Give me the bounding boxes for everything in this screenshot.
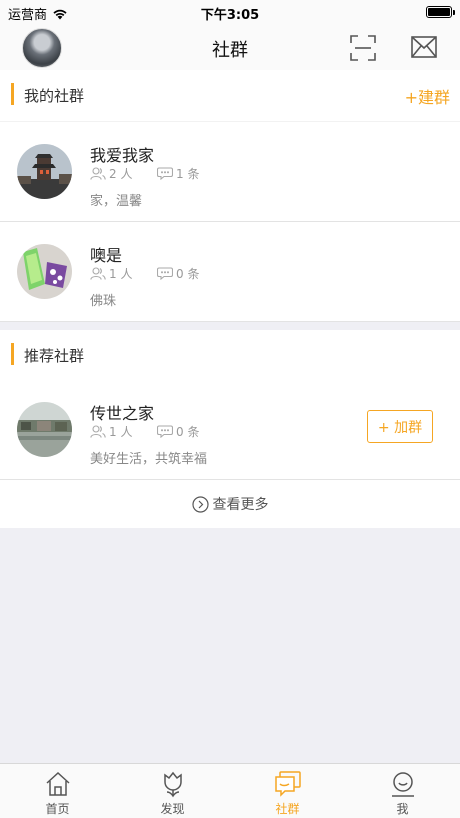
my-groups-section: 我的社群 +建群 我爱我家 2 人 1 条 家，温馨 噢是 1 人 0 条 佛珠: [0, 70, 460, 322]
comment-icon: [157, 267, 173, 280]
post-count: 1 条: [176, 167, 200, 181]
tab-label: 社群: [275, 802, 300, 816]
group-avatar: [17, 144, 72, 199]
tulip-icon: [163, 771, 182, 798]
tab-label: 我: [396, 802, 409, 816]
recommended-groups-section: 推荐社群 传世之家 1 人 0 条 美好生活，共筑幸福 + 加群 查看更多: [0, 330, 460, 528]
group-description: 家，温馨: [90, 194, 143, 209]
group-meta: 1 人 0 条: [90, 265, 224, 282]
recommended-groups-header: 推荐社群: [0, 330, 460, 382]
scan-icon[interactable]: [350, 35, 376, 61]
section-title: 推荐社群: [24, 347, 85, 365]
members-icon: [90, 425, 106, 438]
member-count: 1 人: [109, 267, 133, 281]
tab-label: 首页: [45, 802, 70, 816]
member-count: 1 人: [109, 425, 133, 439]
tab-me[interactable]: 我: [345, 764, 460, 818]
tab-community[interactable]: 社群: [230, 764, 345, 818]
status-bar: 运营商 下午3:05: [0, 0, 460, 24]
group-description: 佛珠: [90, 294, 117, 309]
profile-icon: [391, 772, 414, 797]
group-row[interactable]: 我爱我家 2 人 1 条 家，温馨: [0, 122, 460, 222]
section-title: 我的社群: [24, 87, 85, 105]
post-count: 0 条: [176, 267, 200, 281]
create-group-button[interactable]: +建群: [405, 84, 450, 108]
group-name: 传世之家: [90, 404, 155, 423]
chat-icon: [274, 771, 301, 797]
group-row[interactable]: 传世之家 1 人 0 条 美好生活，共筑幸福 + 加群: [0, 382, 460, 480]
comment-icon: [157, 425, 173, 438]
members-icon: [90, 167, 106, 180]
section-accent-bar: [11, 343, 14, 365]
group-avatar: [17, 244, 72, 299]
group-name: 我爱我家: [90, 146, 155, 165]
clock: 下午3:05: [200, 8, 260, 23]
battery-icon: [426, 6, 455, 18]
group-name: 噢是: [90, 246, 123, 265]
group-meta: 2 人 1 条: [90, 165, 224, 182]
my-groups-header: 我的社群 +建群: [0, 70, 460, 122]
join-group-button[interactable]: + 加群: [367, 410, 433, 443]
section-accent-bar: [11, 83, 14, 105]
member-count: 2 人: [109, 167, 133, 181]
group-avatar: [17, 402, 72, 457]
group-meta: 1 人 0 条: [90, 423, 224, 440]
group-description: 美好生活，共筑幸福: [90, 452, 208, 467]
view-more-label: 查看更多: [212, 497, 269, 513]
post-count: 0 条: [176, 425, 200, 439]
group-row[interactable]: 噢是 1 人 0 条 佛珠: [0, 222, 460, 322]
tab-discover[interactable]: 发现: [115, 764, 230, 818]
navigation-bar: 社群: [0, 24, 460, 70]
tab-label: 发现: [160, 802, 185, 816]
home-icon: [45, 771, 70, 796]
tab-bar: 首页 发现 社群 我: [0, 763, 460, 818]
tab-home[interactable]: 首页: [0, 764, 115, 818]
comment-icon: [157, 167, 173, 180]
members-icon: [90, 267, 106, 280]
mail-icon[interactable]: [411, 36, 437, 58]
view-more-button[interactable]: 查看更多: [0, 480, 460, 528]
chevron-right-circle-icon: [191, 495, 209, 513]
page-title: 社群: [212, 40, 248, 61]
